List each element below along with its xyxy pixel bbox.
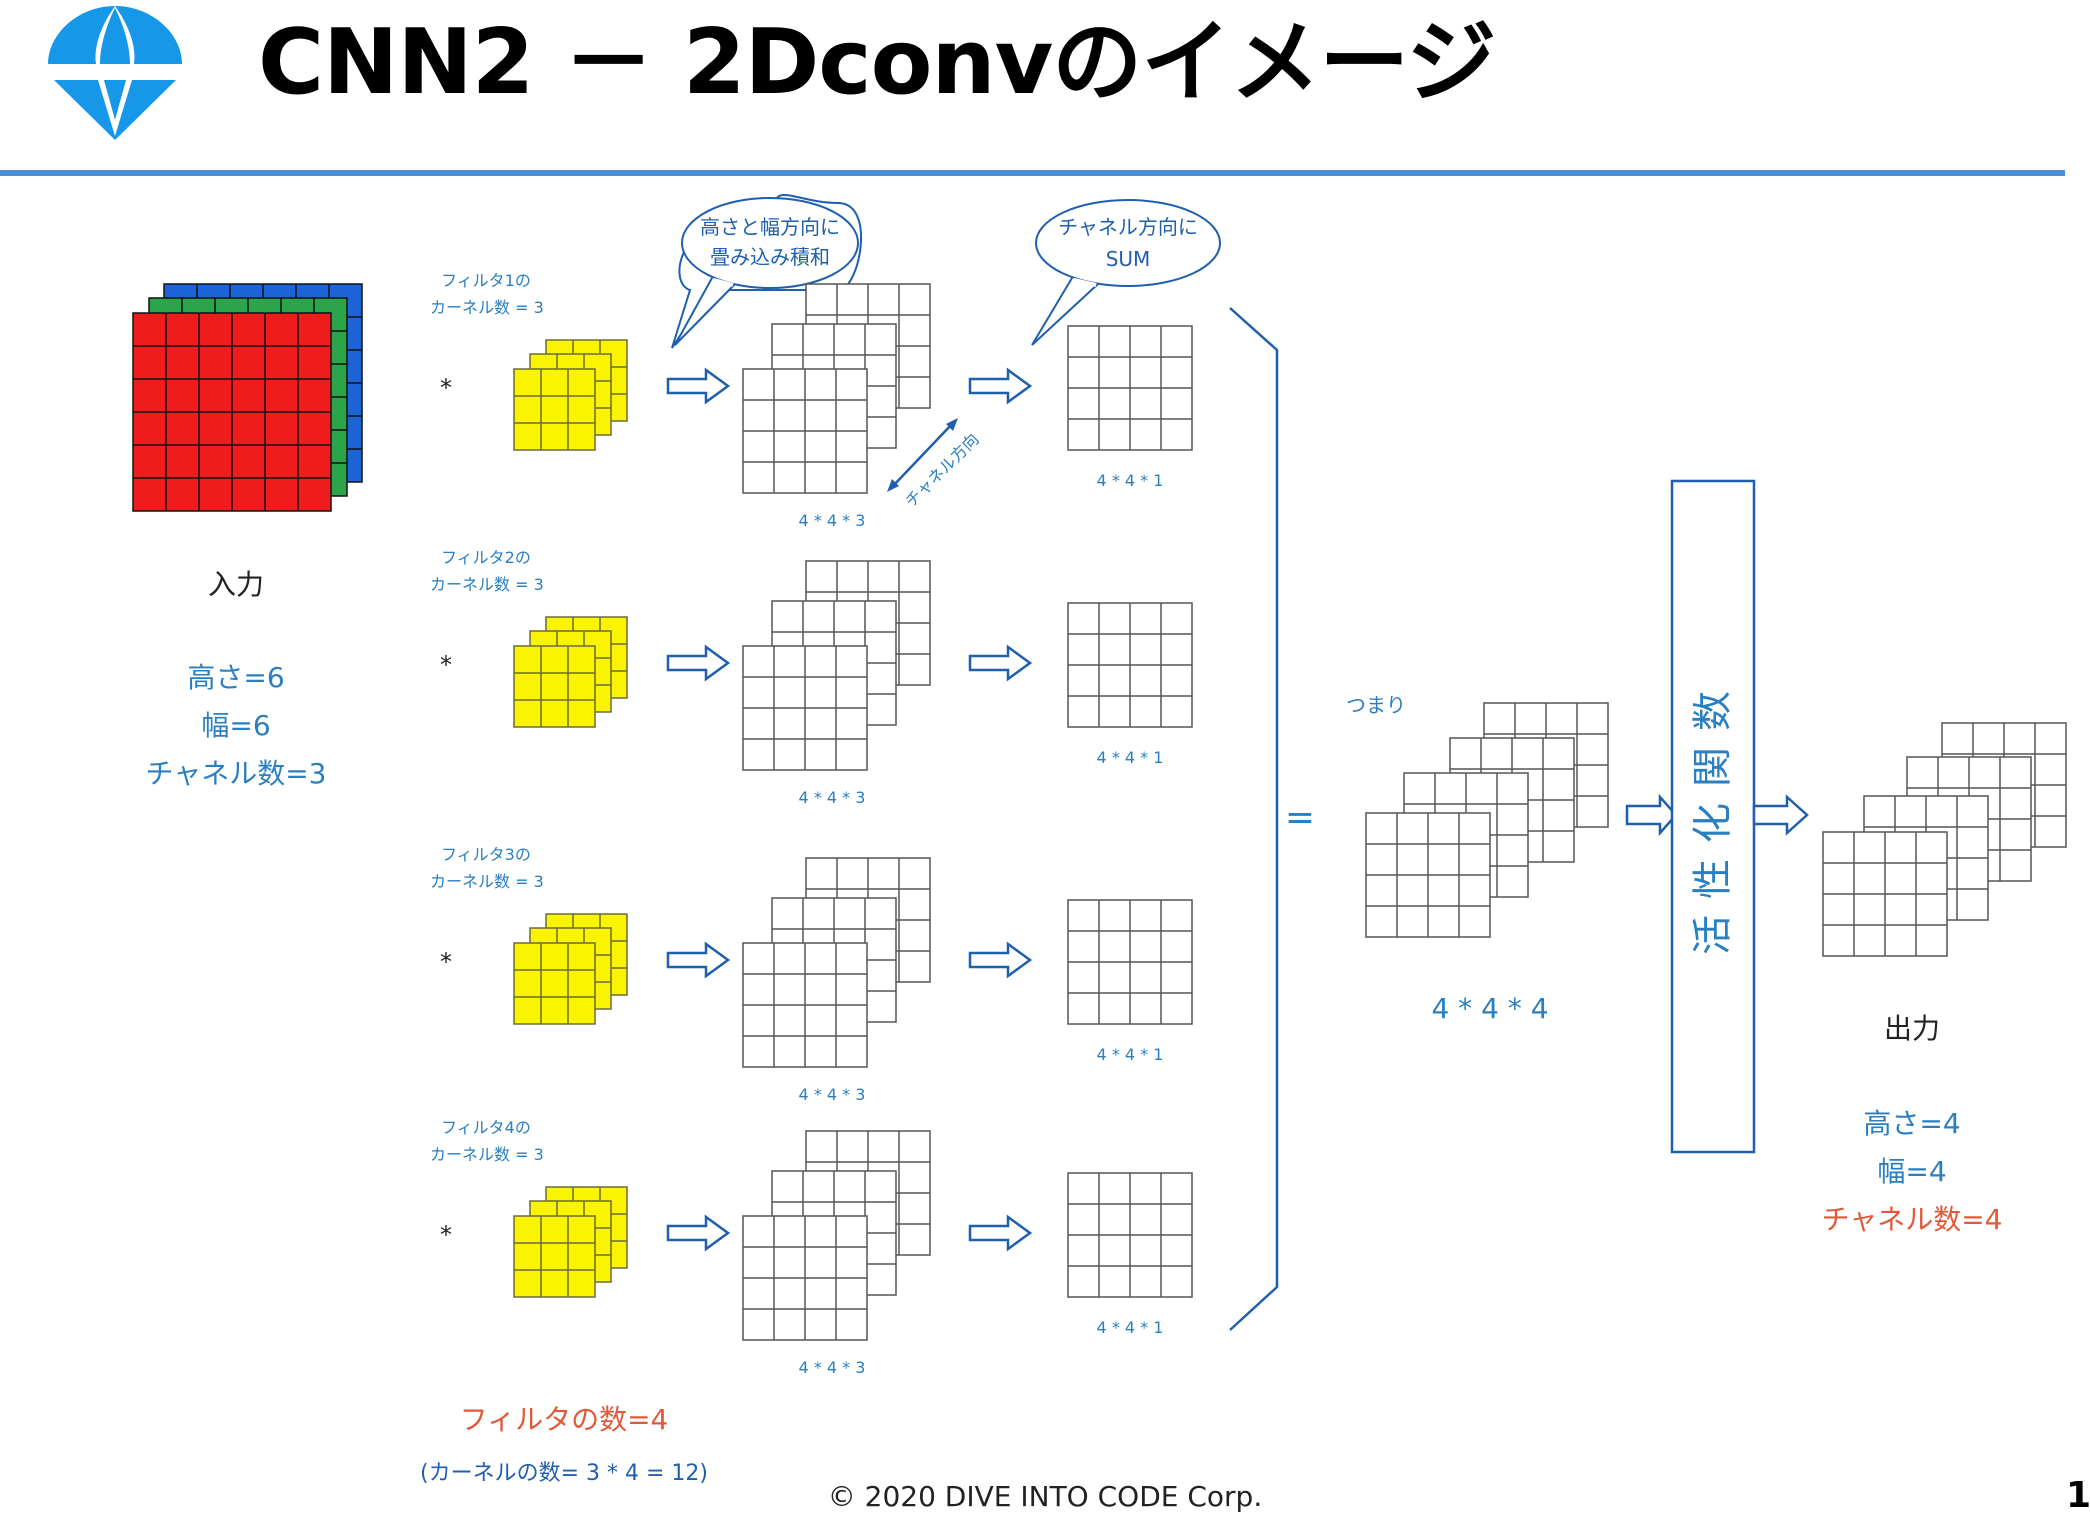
page-number: 1 xyxy=(2066,1475,2090,1516)
kernel-grid-1 xyxy=(513,942,596,1025)
filter-name: フィルタ2の xyxy=(441,548,531,567)
filter-kernel-count: カーネル数 = 3 xyxy=(430,575,544,594)
conv-map-1 xyxy=(742,1215,868,1341)
conv-dim-label: 4 * 4 * 3 xyxy=(799,1358,866,1377)
conv-dim-label: 4 * 4 * 3 xyxy=(799,788,866,807)
filter-kernel-count: カーネル数 = 3 xyxy=(430,872,544,891)
conv-arrow xyxy=(666,1214,731,1252)
output-feature-stack xyxy=(1822,722,2067,957)
conv-bubble-line1: 高さと幅方向に xyxy=(700,215,840,239)
activation-function-label: 活性化関数 xyxy=(1690,675,1736,955)
cnn-2dconv-diagram: .tiny { font-family: "DejaVu Sans", sans… xyxy=(132,194,2067,1486)
input-label: 入力 xyxy=(208,568,264,601)
filter-name: フィルタ1の xyxy=(441,271,531,290)
summary-feature-stack xyxy=(1365,702,1609,938)
convolution-operator: * xyxy=(440,948,452,976)
sum-map xyxy=(1067,1172,1193,1298)
filter-row-1: フィルタ1のカーネル数 = 3 * 4 * 4 * 3 4 * 4 * 1 xyxy=(430,271,1193,530)
arrow-from-activation xyxy=(1752,794,1809,836)
sum-dim-label: 4 * 4 * 1 xyxy=(1097,1045,1164,1064)
filter-rows: フィルタ1のカーネル数 = 3*4 * 4 * 34 * 4 * 1フィルタ2の… xyxy=(430,271,1193,1377)
output-height: 高さ=4 xyxy=(1863,1107,1960,1140)
input-channels: チャネル数=3 xyxy=(146,757,327,790)
merge-bracket xyxy=(1229,307,1279,1331)
sum-dim-label: 4 * 4 * 1 xyxy=(1097,1318,1164,1337)
input-grid-red xyxy=(132,312,332,512)
sum-arrow xyxy=(968,367,1033,405)
sum-arrow xyxy=(968,644,1033,682)
channel-direction-arrow: チャネル方向 xyxy=(887,418,983,511)
arrow-to-activation xyxy=(1625,793,1678,837)
conv-arrow xyxy=(666,941,731,979)
channel-sum-bubble: チャネル方向に SUM xyxy=(1031,199,1221,346)
kernel-grid-1 xyxy=(513,368,596,451)
channel-direction-label: チャネル方向 xyxy=(901,430,982,511)
sum-map xyxy=(1067,899,1193,1025)
filter-row-3: フィルタ3のカーネル数 = 3 * 4 * 4 * 3 4 * 4 * 1 xyxy=(430,845,1193,1104)
sum-arrow xyxy=(968,1214,1033,1252)
sum-arrow xyxy=(968,941,1033,979)
summary-label: つまり xyxy=(1346,693,1406,717)
conv-map-1 xyxy=(742,368,868,494)
conv-dim-label: 4 * 4 * 3 xyxy=(799,1085,866,1104)
input-width: 幅=6 xyxy=(201,709,270,742)
sum-map xyxy=(1067,325,1193,451)
kernel-grid-1 xyxy=(513,645,596,728)
equals-sign: = xyxy=(1285,797,1315,838)
conv-dim-label: 4 * 4 * 3 xyxy=(799,511,866,530)
sum-dim-label: 4 * 4 * 1 xyxy=(1097,471,1164,490)
kernel-grid-1 xyxy=(513,1215,596,1298)
sum-bubble-line2: SUM xyxy=(1106,247,1151,271)
convolution-operator: * xyxy=(440,651,452,679)
filter-row-4: フィルタ4のカーネル数 = 3 * 4 * 4 * 3 4 * 4 * 1 xyxy=(430,1118,1193,1377)
output-label: 出力 xyxy=(1884,1012,1940,1045)
footer-copyright: © 2020 DIVE INTO CODE Corp. xyxy=(827,1480,1263,1513)
summary-dim: 4 * 4 * 4 xyxy=(1431,992,1548,1025)
sum-bubble-line1: チャネル方向に xyxy=(1058,215,1198,239)
conv-map-1 xyxy=(742,942,868,1068)
summary-map-1 xyxy=(1365,812,1491,938)
conv-arrow xyxy=(666,644,731,682)
filter-name: フィルタ4の xyxy=(441,1118,531,1137)
output-map-1 xyxy=(1822,831,1948,957)
convolution-operator: * xyxy=(440,1221,452,1249)
input-height: 高さ=6 xyxy=(187,661,284,694)
filter-kernel-count: カーネル数 = 3 xyxy=(430,298,544,317)
input-volume xyxy=(132,283,363,512)
output-width: 幅=4 xyxy=(1877,1155,1946,1188)
filter-row-2: フィルタ2のカーネル数 = 3 * 4 * 4 * 3 4 * 4 * 1 xyxy=(430,548,1193,807)
output-channels: チャネル数=4 xyxy=(1822,1203,2003,1236)
convolution-operator: * xyxy=(440,374,452,402)
conv-bubble-line2: 畳み込み積和 xyxy=(710,245,830,269)
sum-map xyxy=(1067,602,1193,728)
input-channel-red xyxy=(132,312,332,512)
filter-name: フィルタ3の xyxy=(441,845,531,864)
filter-kernel-count: カーネル数 = 3 xyxy=(430,1145,544,1164)
filter-count: フィルタの数=4 xyxy=(460,1403,669,1436)
conv-arrow xyxy=(666,367,731,405)
conv-map-1 xyxy=(742,645,868,771)
sum-dim-label: 4 * 4 * 1 xyxy=(1097,748,1164,767)
